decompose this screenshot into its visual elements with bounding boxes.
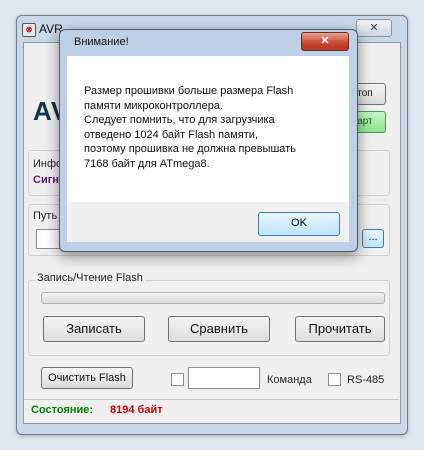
dialog-line: Размер прошивки больше размера Flash	[84, 85, 294, 97]
rs485-label: RS-485	[347, 374, 385, 386]
app-icon: ⊗	[22, 23, 36, 37]
compare-button[interactable]: Сравнить	[168, 316, 270, 342]
dialog-line: 7168 байт для ATmega8.	[84, 157, 210, 170]
dialog-message: Размер прошивки больше размера Flash пам…	[84, 84, 339, 171]
command-input[interactable]	[188, 367, 260, 389]
flash-progress-bar	[41, 292, 385, 304]
flash-group-label: Запись/Чтение Flash	[35, 272, 145, 284]
close-icon[interactable]: ✕	[356, 19, 392, 37]
dialog-line: Следует помнить, что для загрузчика	[84, 114, 275, 126]
dialog-line: поэтому прошивка не должна превышать	[84, 143, 296, 155]
command-checkbox[interactable]	[171, 373, 184, 386]
clear-flash-button[interactable]: Очистить Flash	[41, 367, 133, 389]
path-label: Путь	[33, 210, 58, 222]
dialog-line: отведено 1024 байт Flash памяти,	[84, 128, 259, 141]
command-label: Команда	[267, 374, 312, 386]
write-button[interactable]: Записать	[43, 316, 145, 342]
status-label: Состояние:	[31, 404, 94, 416]
read-button[interactable]: Прочитать	[295, 316, 385, 342]
rs485-checkbox[interactable]	[328, 373, 341, 386]
status-value: 8194 байт	[110, 404, 163, 416]
ok-button[interactable]: OK	[258, 212, 340, 236]
dialog-close-icon[interactable]: ✕	[301, 32, 349, 51]
browse-button[interactable]: ...	[362, 229, 384, 248]
dialog-line: памяти микроконтроллера.	[84, 99, 223, 112]
dialog-title: Внимание!	[74, 36, 129, 48]
signature-text: Сигн	[33, 174, 59, 186]
